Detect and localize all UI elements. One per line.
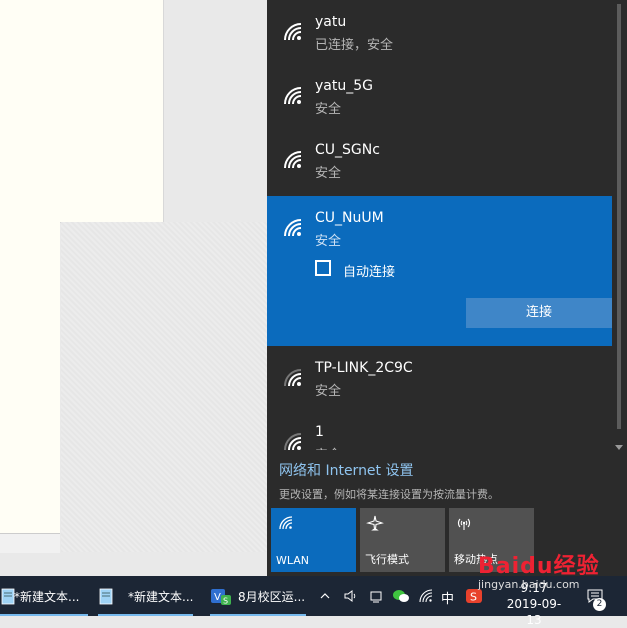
taskbar-item-label: 8月校区运... — [238, 590, 306, 604]
workspace-background — [61, 222, 267, 552]
device-icon[interactable] — [368, 588, 384, 604]
scroll-down-arrow-icon[interactable] — [615, 445, 623, 450]
airplane-mode-tile[interactable]: 飞行模式 — [360, 508, 445, 572]
network-ssid: yatu_5G — [315, 78, 373, 94]
status-strip — [0, 533, 60, 553]
network-flyout: yatu 已连接，安全 yatu_5G 安全 CU_SGNc 安全 CU_NuU… — [267, 0, 627, 576]
wifi-tray-icon[interactable] — [418, 588, 434, 604]
clock-date: 2019-09-13 — [506, 597, 562, 627]
spreadsheet-app-icon: VS — [211, 589, 231, 606]
network-item-cu-nuum[interactable]: CU_NuUM 安全 自动连接 连接 — [267, 196, 612, 346]
document-canvas — [0, 0, 60, 552]
taskbar-item-label: *新建文本... — [14, 590, 80, 604]
network-list: yatu 已连接，安全 yatu_5G 安全 CU_SGNc 安全 CU_NuU… — [267, 0, 612, 450]
network-ssid: TP-LINK_2C9C — [315, 360, 413, 376]
network-status: 安全 — [315, 166, 342, 181]
tile-label: WLAN — [276, 554, 310, 567]
network-status: 安全 — [315, 102, 342, 117]
network-status: 安全 — [315, 384, 342, 399]
network-ssid: 1 — [315, 424, 324, 440]
network-item-cu-sgnc[interactable]: CU_SGNc 安全 — [267, 128, 612, 192]
watermark-logo: Baidu经验 — [478, 554, 600, 579]
airplane-icon — [366, 515, 384, 531]
tile-label: 飞行模式 — [365, 553, 409, 566]
wifi-signal-icon — [284, 433, 302, 450]
taskbar-item-notepad-1[interactable]: *新建文本... — [0, 576, 88, 616]
baidu-jingyan-watermark: Baidu经验 jingyan.baidu.com — [478, 548, 600, 591]
hotspot-icon — [457, 518, 471, 530]
network-list-scrollbar[interactable] — [612, 0, 627, 450]
volume-icon[interactable] — [343, 588, 359, 604]
notification-count-badge: 2 — [593, 598, 606, 611]
wifi-icon — [279, 516, 293, 530]
svg-text:S: S — [223, 597, 228, 606]
network-ssid: CU_NuUM — [315, 210, 384, 226]
wifi-signal-icon — [284, 369, 302, 387]
auto-connect-label: 自动连接 — [343, 265, 396, 280]
wifi-signal-icon — [284, 219, 302, 237]
network-status: 安全 — [315, 444, 341, 450]
network-settings-description: 更改设置，例如将某连接设置为按流量计费。 — [279, 488, 499, 501]
network-internet-settings-link[interactable]: 网络和 Internet 设置 — [279, 460, 499, 480]
taskbar-item-spreadsheet[interactable]: VS 8月校区运... — [210, 576, 306, 616]
chevron-up-icon[interactable] — [320, 588, 330, 604]
auto-connect-checkbox[interactable] — [315, 260, 331, 276]
wifi-signal-icon — [284, 87, 302, 105]
scrollbar-thumb[interactable] — [617, 4, 621, 429]
network-item-1[interactable]: 1 安全 — [267, 410, 612, 450]
svg-text:V: V — [214, 592, 221, 603]
network-item-yatu[interactable]: yatu 已连接，安全 — [267, 0, 612, 64]
notepad-icon — [99, 588, 113, 605]
network-ssid: CU_SGNc — [315, 142, 380, 158]
network-status: 已连接，安全 — [315, 38, 394, 53]
wechat-icon[interactable] — [392, 588, 410, 604]
wifi-signal-icon — [284, 151, 302, 169]
network-status: 安全 — [315, 234, 342, 249]
network-settings-section: 网络和 Internet 设置 更改设置，例如将某连接设置为按流量计费。 — [279, 460, 499, 502]
input-method-indicator[interactable]: 中 — [441, 588, 454, 607]
network-item-tp-link[interactable]: TP-LINK_2C9C 安全 — [267, 346, 612, 410]
taskbar-item-notepad-2[interactable]: *新建文本... — [98, 576, 193, 616]
network-item-yatu-5g[interactable]: yatu_5G 安全 — [267, 64, 612, 128]
wifi-signal-icon — [284, 23, 302, 41]
taskbar-item-label: *新建文本... — [128, 590, 194, 604]
svg-text:S: S — [470, 591, 477, 604]
wlan-toggle-tile[interactable]: WLAN — [271, 508, 356, 572]
document-page — [60, 0, 164, 223]
network-ssid: yatu — [315, 14, 347, 30]
connect-button[interactable]: 连接 — [466, 298, 612, 328]
